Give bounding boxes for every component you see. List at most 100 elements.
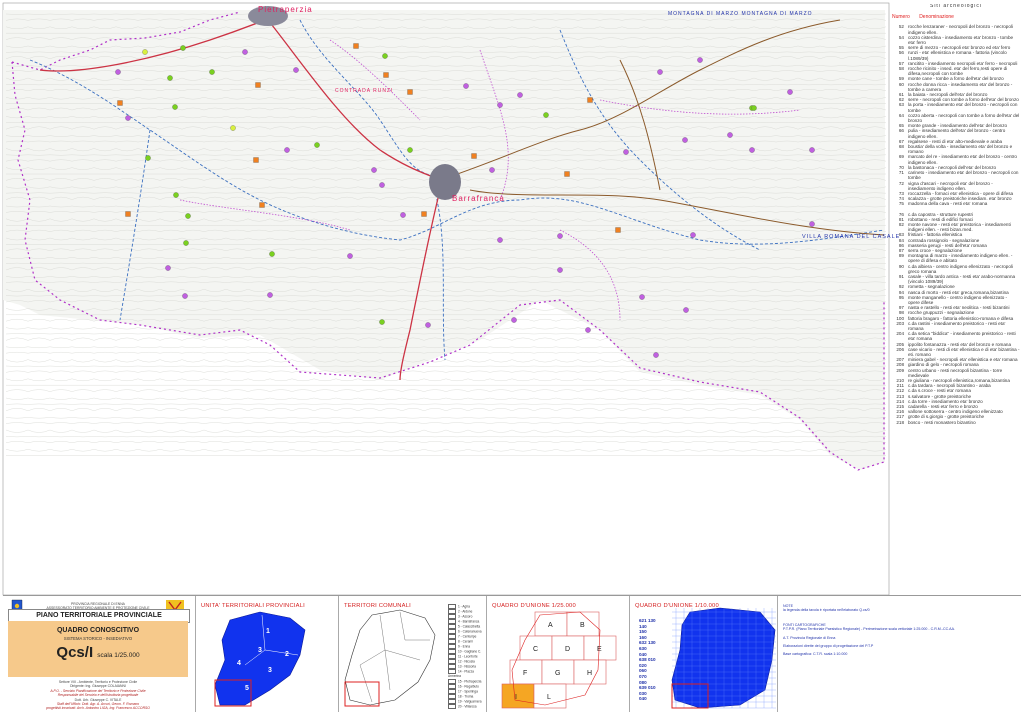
site-marker[interactable] (117, 100, 123, 106)
site-marker[interactable] (284, 147, 290, 153)
site-marker[interactable] (259, 202, 265, 208)
legend-entry-name: c.da setica "biddica" - insediamento pre… (908, 331, 1016, 342)
site-marker[interactable] (145, 155, 151, 161)
site-marker[interactable] (543, 112, 549, 118)
site-marker[interactable] (585, 327, 591, 333)
legend-entry-number: 90 (898, 263, 904, 269)
site-marker[interactable] (242, 49, 248, 55)
legend-entry-name: monte manganello - centro indigeno ellen… (908, 294, 1008, 305)
site-marker[interactable] (787, 89, 793, 95)
legend-entry-name: la porta - insediamento eta' del bronzo … (908, 102, 1018, 113)
site-marker[interactable] (564, 171, 570, 177)
legend-entry: 66 pulia - insediamento dell'eta' del bro… (892, 128, 1020, 138)
site-marker[interactable] (173, 192, 179, 198)
site-marker[interactable] (125, 115, 131, 121)
site-marker[interactable] (653, 352, 659, 358)
comuni-list: 1 - Agira 2 - Aidone 3 - Assoro 4 - Barrafr… (448, 604, 486, 709)
site-marker[interactable] (615, 227, 621, 233)
legend-entry: 82 monte navone - resti eta' preistorica … (892, 222, 1020, 232)
site-marker[interactable] (690, 232, 696, 238)
site-marker[interactable] (167, 75, 173, 81)
site-marker[interactable] (125, 211, 131, 217)
site-marker[interactable] (115, 69, 121, 75)
site-marker[interactable] (751, 105, 757, 111)
site-marker[interactable] (727, 132, 733, 138)
legend-entry-name: marcato del re - insediamento eta' del b… (908, 154, 1017, 165)
site-marker[interactable] (400, 212, 406, 218)
site-marker[interactable] (347, 253, 353, 259)
site-marker[interactable] (253, 157, 259, 163)
site-marker[interactable] (657, 69, 663, 75)
site-marker[interactable] (371, 167, 377, 173)
site-marker[interactable] (697, 57, 703, 63)
site-marker[interactable] (682, 137, 688, 143)
legend-entry-number: 204 (896, 331, 904, 337)
site-marker[interactable] (471, 153, 477, 159)
legend-entry-number: 54 (898, 34, 904, 40)
legend-entry: 72 vigna d'ascari - necropoli eta' del br… (892, 181, 1020, 191)
legend-entry: 204 c.da setica "biddica" - insediamento … (892, 331, 1020, 341)
legend-entry-number: 68 (898, 144, 904, 150)
site-marker[interactable] (639, 294, 645, 300)
site-marker[interactable] (182, 293, 188, 299)
site-marker[interactable] (172, 104, 178, 110)
site-marker[interactable] (511, 317, 517, 323)
site-marker[interactable] (497, 237, 503, 243)
site-marker[interactable] (255, 82, 261, 88)
site-marker[interactable] (587, 97, 593, 103)
coordinate-list: 621 130 140 150 160 632 130 630 040 638 010 020 0… (639, 618, 656, 702)
site-marker[interactable] (185, 213, 191, 219)
notes-panel: NOTE la legenda della tavola è riportata… (777, 596, 1021, 712)
site-marker[interactable] (165, 265, 171, 271)
site-marker[interactable] (293, 67, 299, 73)
legend-entry: 89 montagna di marzo - insediamento indig… (892, 253, 1020, 263)
site-marker[interactable] (314, 142, 320, 148)
site-marker[interactable] (623, 149, 629, 155)
credits: Settore VIII - Ambiente, Territorio e Pr… (8, 680, 188, 711)
site-marker[interactable] (749, 147, 755, 153)
site-marker[interactable] (142, 49, 148, 55)
unita-panel: UNITA' TERRITORIALI PROVINCIALI (195, 596, 339, 712)
site-marker[interactable] (183, 240, 189, 246)
sheet-code-text: Qcs/I (56, 644, 94, 661)
legend-entry-name: rocche lenzaraner - necropoli del bronzo… (908, 24, 1013, 35)
barrafranca-label: Barrafranca (452, 194, 505, 203)
legend-entry-number: 64 (898, 112, 904, 118)
site-marker[interactable] (557, 267, 563, 273)
site-marker[interactable] (209, 69, 215, 75)
site-marker[interactable] (353, 43, 359, 49)
site-marker[interactable] (230, 125, 236, 131)
site-marker[interactable] (497, 102, 503, 108)
legend-entry: 60 rocche donna ricca - insediamento eta'… (892, 82, 1020, 92)
site-marker[interactable] (809, 221, 815, 227)
legend-entry-name: carineto - insediamento eta' del bronzo … (908, 170, 1019, 181)
legend-entry: 68 boustia' della volta - insediamento et… (892, 144, 1020, 154)
archaeological-sites-legend: Siti archeologici Numero Denominazione 5… (892, 4, 1020, 474)
legend-entry-number: 63 (898, 102, 904, 108)
legend-entry-number: 89 (898, 253, 904, 259)
site-marker[interactable] (557, 233, 563, 239)
legend-entry-number: 82 (898, 221, 904, 227)
credit-line-7: progettisti incaricati: Arch. Antonino L… (46, 706, 150, 711)
site-marker[interactable] (382, 53, 388, 59)
site-marker[interactable] (463, 83, 469, 89)
site-marker[interactable] (379, 182, 385, 188)
coordinate-entry: 639 010 (639, 685, 656, 691)
legend-entry-number: 203 (896, 320, 904, 326)
legend-entry: 64 cozzo aberta - necropoli con tombe a f… (892, 113, 1020, 123)
site-marker[interactable] (180, 45, 186, 51)
legend-entry-name: montagna di marzo - insediamento indigen… (908, 253, 1013, 264)
site-marker[interactable] (269, 251, 275, 257)
site-marker[interactable] (809, 147, 815, 153)
site-marker[interactable] (489, 167, 495, 173)
site-marker[interactable] (425, 322, 431, 328)
site-marker[interactable] (517, 92, 523, 98)
site-marker[interactable] (379, 319, 385, 325)
site-marker[interactable] (407, 89, 413, 95)
site-marker[interactable] (407, 147, 413, 153)
site-marker[interactable] (267, 292, 273, 298)
site-marker[interactable] (421, 211, 427, 217)
legend-entry-name: cozzo cisterdina - insediamento eta' bro… (908, 34, 1014, 46)
site-marker[interactable] (683, 307, 689, 313)
site-marker[interactable] (383, 72, 389, 78)
